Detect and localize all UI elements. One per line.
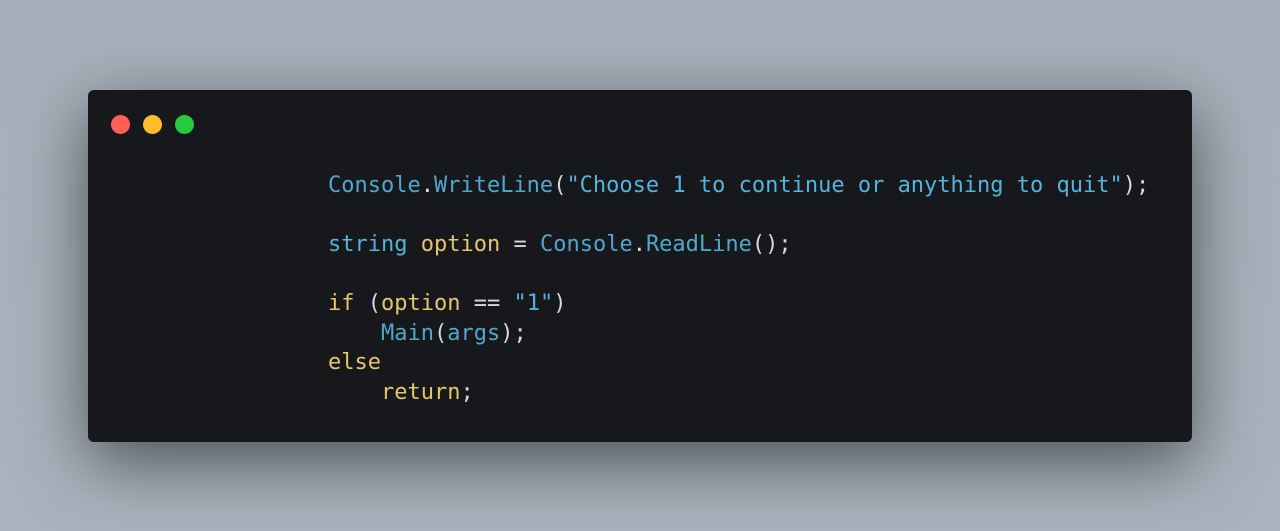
code-line: return;	[328, 378, 1149, 408]
code-token: );	[1122, 173, 1150, 198]
code-token: WriteLine	[433, 173, 554, 198]
code-token: ;	[460, 379, 474, 405]
code-token: return	[380, 379, 461, 405]
code-token: )	[553, 291, 567, 316]
code-line: Console.WriteLine("Choose 1 to continue …	[328, 171, 1149, 201]
code-window: Console.WriteLine("Choose 1 to continue …	[88, 90, 1192, 442]
code-token: option	[381, 291, 461, 316]
code-line: if (option == "1")	[328, 289, 1149, 319]
code-token: Console	[539, 232, 633, 257]
code-token: .	[420, 173, 434, 198]
code-token: "Choose 1 to continue or anything to qui…	[566, 173, 1123, 198]
code-token: Main	[380, 320, 434, 346]
minimize-dot-icon[interactable]	[143, 115, 162, 134]
code-token: option	[420, 232, 501, 257]
code-line: else	[328, 348, 1149, 378]
code-token: .	[632, 232, 646, 257]
code-token: else	[328, 350, 381, 375]
code-block: Console.WriteLine("Choose 1 to continue …	[328, 171, 1149, 407]
code-token: (	[433, 320, 448, 346]
window-controls	[111, 115, 194, 134]
code-token: if	[328, 291, 355, 316]
code-token: (	[354, 291, 381, 316]
code-line: Main(args);	[328, 319, 1149, 349]
code-token: args	[447, 320, 501, 346]
code-token: );	[500, 320, 527, 346]
close-dot-icon[interactable]	[111, 115, 130, 134]
code-token: ();	[751, 232, 792, 257]
code-token: "1"	[513, 291, 554, 316]
code-token: =	[500, 232, 540, 257]
code-token: Console	[328, 173, 421, 198]
code-line: string option = Console.ReadLine();	[328, 230, 1149, 260]
maximize-dot-icon[interactable]	[175, 115, 194, 134]
code-token: string	[328, 232, 408, 257]
code-token: ReadLine	[645, 232, 752, 257]
code-token: (	[553, 173, 567, 198]
code-token: ==	[460, 291, 514, 316]
